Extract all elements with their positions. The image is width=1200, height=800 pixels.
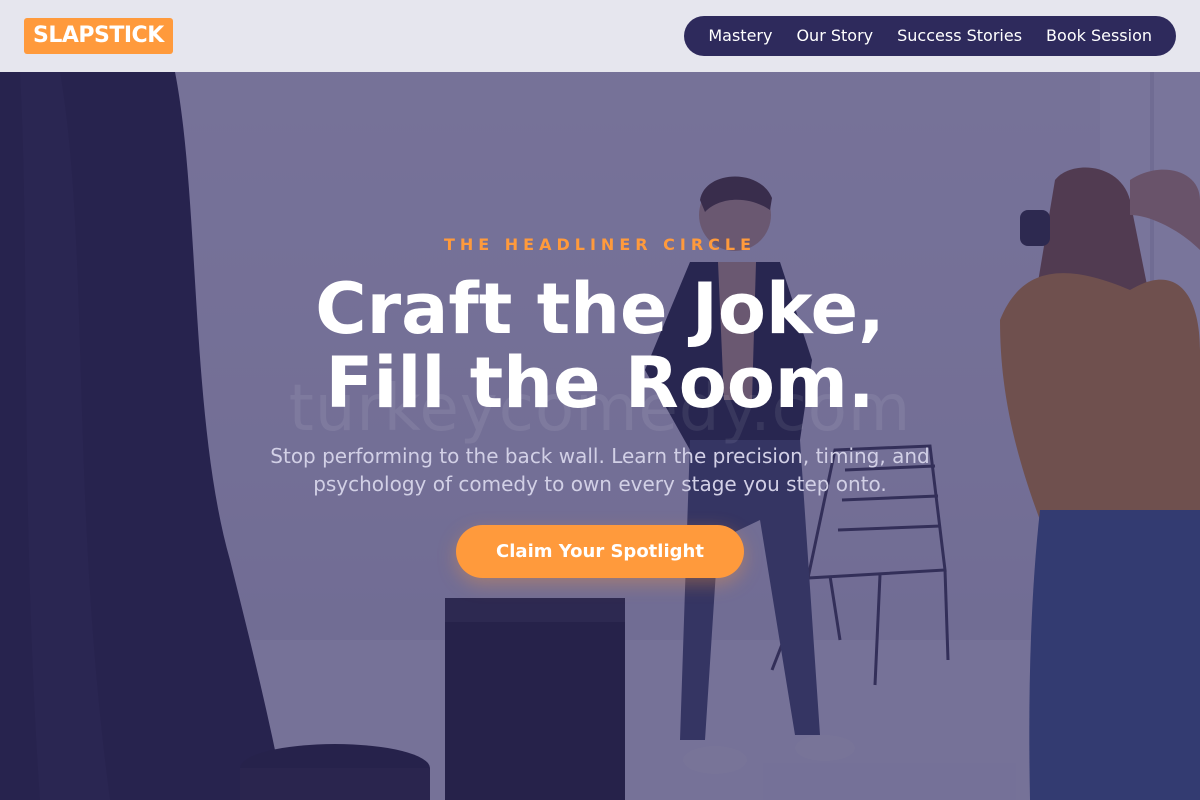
nav-link-success-stories[interactable]: Success Stories xyxy=(885,16,1034,56)
hero-headline: Craft the Joke, Fill the Room. xyxy=(0,272,1200,420)
hero-subtext: Stop performing to the back wall. Learn … xyxy=(270,444,930,496)
hero-content: turkeycomedy.com THE HEADLINER CIRCLE Cr… xyxy=(0,0,1200,800)
nav-link-mastery[interactable]: Mastery xyxy=(708,16,784,56)
hero-eyebrow: THE HEADLINER CIRCLE xyxy=(443,235,757,254)
main-nav: Mastery Our Story Success Stories Book S… xyxy=(684,16,1176,56)
headline-line-1: Craft the Joke, xyxy=(315,268,885,350)
nav-link-our-story[interactable]: Our Story xyxy=(784,16,885,56)
brand-logo[interactable]: SLAPSTICK xyxy=(24,18,173,54)
nav-link-book-session[interactable]: Book Session xyxy=(1034,16,1152,56)
headline-line-2: Fill the Room. xyxy=(325,342,875,424)
claim-spotlight-button[interactable]: Claim Your Spotlight xyxy=(456,525,744,578)
site-header: SLAPSTICK Mastery Our Story Success Stor… xyxy=(0,0,1200,72)
